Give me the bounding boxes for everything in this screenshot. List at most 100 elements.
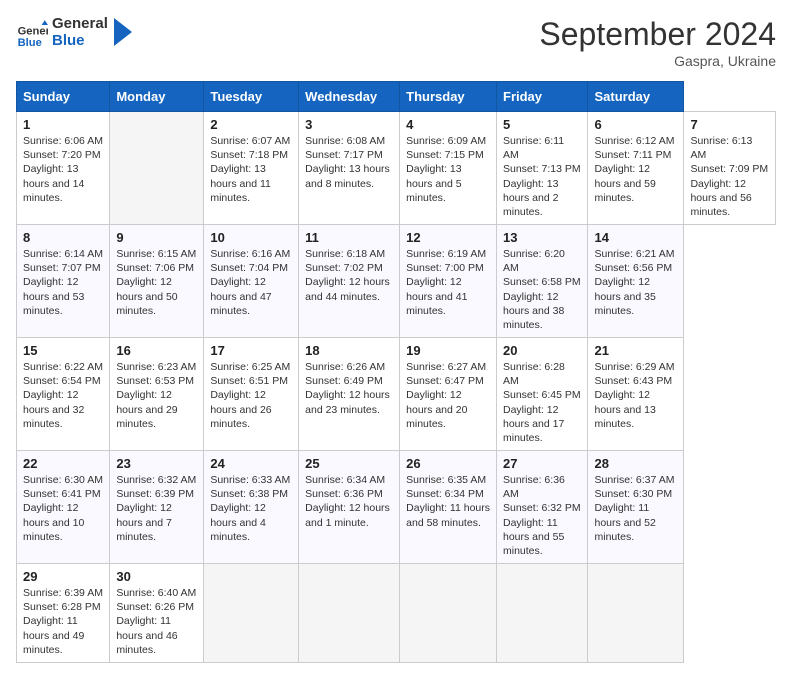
calendar-cell-29: 29 Sunrise: 6:39 AMSunset: 6:28 PMDaylig… <box>17 564 110 663</box>
logo-line2: Blue <box>52 33 108 50</box>
calendar-cell-24: 24 Sunrise: 6:33 AMSunset: 6:38 PMDaylig… <box>204 451 299 564</box>
logo-icon: General Blue <box>16 17 48 49</box>
day-number: 14 <box>594 230 677 245</box>
day-number: 5 <box>503 117 581 132</box>
calendar-cell-17: 17 Sunrise: 6:25 AMSunset: 6:51 PMDaylig… <box>204 338 299 451</box>
day-info: Sunrise: 6:18 AMSunset: 7:02 PMDaylight:… <box>305 247 393 304</box>
day-info: Sunrise: 6:37 AMSunset: 6:30 PMDaylight:… <box>594 473 677 544</box>
day-number: 16 <box>116 343 197 358</box>
day-number: 10 <box>210 230 292 245</box>
page-header: General Blue General Blue September 2024… <box>16 16 776 69</box>
day-info: Sunrise: 6:29 AMSunset: 6:43 PMDaylight:… <box>594 360 677 431</box>
day-info: Sunrise: 6:35 AMSunset: 6:34 PMDaylight:… <box>406 473 490 530</box>
calendar-cell-28: 28 Sunrise: 6:37 AMSunset: 6:30 PMDaylig… <box>588 451 684 564</box>
day-number: 26 <box>406 456 490 471</box>
day-info: Sunrise: 6:27 AMSunset: 6:47 PMDaylight:… <box>406 360 490 431</box>
calendar-cell-5: 5 Sunrise: 6:11 AMSunset: 7:13 PMDayligh… <box>497 112 588 225</box>
calendar-cell-empty <box>299 564 400 663</box>
calendar-cell-6: 6 Sunrise: 6:12 AMSunset: 7:11 PMDayligh… <box>588 112 684 225</box>
calendar-cell-empty <box>497 564 588 663</box>
weekday-header-sunday: Sunday <box>17 82 110 112</box>
day-info: Sunrise: 6:39 AMSunset: 6:28 PMDaylight:… <box>23 586 103 657</box>
calendar-cell-14: 14 Sunrise: 6:21 AMSunset: 6:56 PMDaylig… <box>588 225 684 338</box>
day-number: 23 <box>116 456 197 471</box>
calendar-cell-26: 26 Sunrise: 6:35 AMSunset: 6:34 PMDaylig… <box>400 451 497 564</box>
day-number: 22 <box>23 456 103 471</box>
week-row-2: 8 Sunrise: 6:14 AMSunset: 7:07 PMDayligh… <box>17 225 776 338</box>
weekday-header-monday: Monday <box>110 82 204 112</box>
day-number: 18 <box>305 343 393 358</box>
week-row-3: 15 Sunrise: 6:22 AMSunset: 6:54 PMDaylig… <box>17 338 776 451</box>
calendar-cell-13: 13 Sunrise: 6:20 AMSunset: 6:58 PMDaylig… <box>497 225 588 338</box>
day-number: 6 <box>594 117 677 132</box>
title-block: September 2024 Gaspra, Ukraine <box>539 16 776 69</box>
day-info: Sunrise: 6:36 AMSunset: 6:32 PMDaylight:… <box>503 473 581 558</box>
calendar-cell-23: 23 Sunrise: 6:32 AMSunset: 6:39 PMDaylig… <box>110 451 204 564</box>
day-info: Sunrise: 6:14 AMSunset: 7:07 PMDaylight:… <box>23 247 103 318</box>
day-info: Sunrise: 6:33 AMSunset: 6:38 PMDaylight:… <box>210 473 292 544</box>
day-number: 27 <box>503 456 581 471</box>
calendar-cell-empty <box>400 564 497 663</box>
week-row-5: 29 Sunrise: 6:39 AMSunset: 6:28 PMDaylig… <box>17 564 776 663</box>
day-info: Sunrise: 6:07 AMSunset: 7:18 PMDaylight:… <box>210 134 292 205</box>
day-info: Sunrise: 6:32 AMSunset: 6:39 PMDaylight:… <box>116 473 197 544</box>
day-info: Sunrise: 6:22 AMSunset: 6:54 PMDaylight:… <box>23 360 103 431</box>
calendar-cell-19: 19 Sunrise: 6:27 AMSunset: 6:47 PMDaylig… <box>400 338 497 451</box>
day-number: 4 <box>406 117 490 132</box>
day-info: Sunrise: 6:09 AMSunset: 7:15 PMDaylight:… <box>406 134 490 205</box>
day-info: Sunrise: 6:08 AMSunset: 7:17 PMDaylight:… <box>305 134 393 191</box>
day-number: 2 <box>210 117 292 132</box>
calendar-cell-16: 16 Sunrise: 6:23 AMSunset: 6:53 PMDaylig… <box>110 338 204 451</box>
week-row-4: 22 Sunrise: 6:30 AMSunset: 6:41 PMDaylig… <box>17 451 776 564</box>
day-info: Sunrise: 6:40 AMSunset: 6:26 PMDaylight:… <box>116 586 197 657</box>
calendar-table: SundayMondayTuesdayWednesdayThursdayFrid… <box>16 81 776 663</box>
calendar-cell-8: 8 Sunrise: 6:14 AMSunset: 7:07 PMDayligh… <box>17 225 110 338</box>
day-info: Sunrise: 6:06 AMSunset: 7:20 PMDaylight:… <box>23 134 103 205</box>
svg-text:Blue: Blue <box>18 36 42 48</box>
day-number: 1 <box>23 117 103 132</box>
day-info: Sunrise: 6:21 AMSunset: 6:56 PMDaylight:… <box>594 247 677 318</box>
day-info: Sunrise: 6:28 AMSunset: 6:45 PMDaylight:… <box>503 360 581 445</box>
day-info: Sunrise: 6:19 AMSunset: 7:00 PMDaylight:… <box>406 247 490 318</box>
day-info: Sunrise: 6:26 AMSunset: 6:49 PMDaylight:… <box>305 360 393 417</box>
weekday-header-wednesday: Wednesday <box>299 82 400 112</box>
calendar-cell-21: 21 Sunrise: 6:29 AMSunset: 6:43 PMDaylig… <box>588 338 684 451</box>
calendar-cell-3: 3 Sunrise: 6:08 AMSunset: 7:17 PMDayligh… <box>299 112 400 225</box>
calendar-cell-20: 20 Sunrise: 6:28 AMSunset: 6:45 PMDaylig… <box>497 338 588 451</box>
day-number: 30 <box>116 569 197 584</box>
calendar-cell-7: 7 Sunrise: 6:13 AMSunset: 7:09 PMDayligh… <box>684 112 776 225</box>
day-number: 28 <box>594 456 677 471</box>
calendar-cell-1: 1 Sunrise: 6:06 AMSunset: 7:20 PMDayligh… <box>17 112 110 225</box>
calendar-cell-empty <box>204 564 299 663</box>
calendar-cell-4: 4 Sunrise: 6:09 AMSunset: 7:15 PMDayligh… <box>400 112 497 225</box>
day-number: 19 <box>406 343 490 358</box>
day-info: Sunrise: 6:34 AMSunset: 6:36 PMDaylight:… <box>305 473 393 530</box>
day-info: Sunrise: 6:15 AMSunset: 7:06 PMDaylight:… <box>116 247 197 318</box>
calendar-cell-22: 22 Sunrise: 6:30 AMSunset: 6:41 PMDaylig… <box>17 451 110 564</box>
day-info: Sunrise: 6:12 AMSunset: 7:11 PMDaylight:… <box>594 134 677 205</box>
logo-arrow-icon <box>114 18 132 46</box>
weekday-header-saturday: Saturday <box>588 82 684 112</box>
day-number: 8 <box>23 230 103 245</box>
day-number: 15 <box>23 343 103 358</box>
logo: General Blue General Blue <box>16 16 132 49</box>
day-info: Sunrise: 6:20 AMSunset: 6:58 PMDaylight:… <box>503 247 581 332</box>
day-info: Sunrise: 6:23 AMSunset: 6:53 PMDaylight:… <box>116 360 197 431</box>
calendar-cell-18: 18 Sunrise: 6:26 AMSunset: 6:49 PMDaylig… <box>299 338 400 451</box>
day-number: 21 <box>594 343 677 358</box>
weekday-header-tuesday: Tuesday <box>204 82 299 112</box>
day-info: Sunrise: 6:13 AMSunset: 7:09 PMDaylight:… <box>690 134 769 219</box>
day-number: 29 <box>23 569 103 584</box>
day-number: 3 <box>305 117 393 132</box>
weekday-header-friday: Friday <box>497 82 588 112</box>
day-number: 11 <box>305 230 393 245</box>
calendar-cell-9: 9 Sunrise: 6:15 AMSunset: 7:06 PMDayligh… <box>110 225 204 338</box>
day-number: 20 <box>503 343 581 358</box>
calendar-cell-25: 25 Sunrise: 6:34 AMSunset: 6:36 PMDaylig… <box>299 451 400 564</box>
day-info: Sunrise: 6:25 AMSunset: 6:51 PMDaylight:… <box>210 360 292 431</box>
day-number: 9 <box>116 230 197 245</box>
week-row-1: 1 Sunrise: 6:06 AMSunset: 7:20 PMDayligh… <box>17 112 776 225</box>
calendar-cell-30: 30 Sunrise: 6:40 AMSunset: 6:26 PMDaylig… <box>110 564 204 663</box>
day-number: 13 <box>503 230 581 245</box>
calendar-cell-empty <box>588 564 684 663</box>
